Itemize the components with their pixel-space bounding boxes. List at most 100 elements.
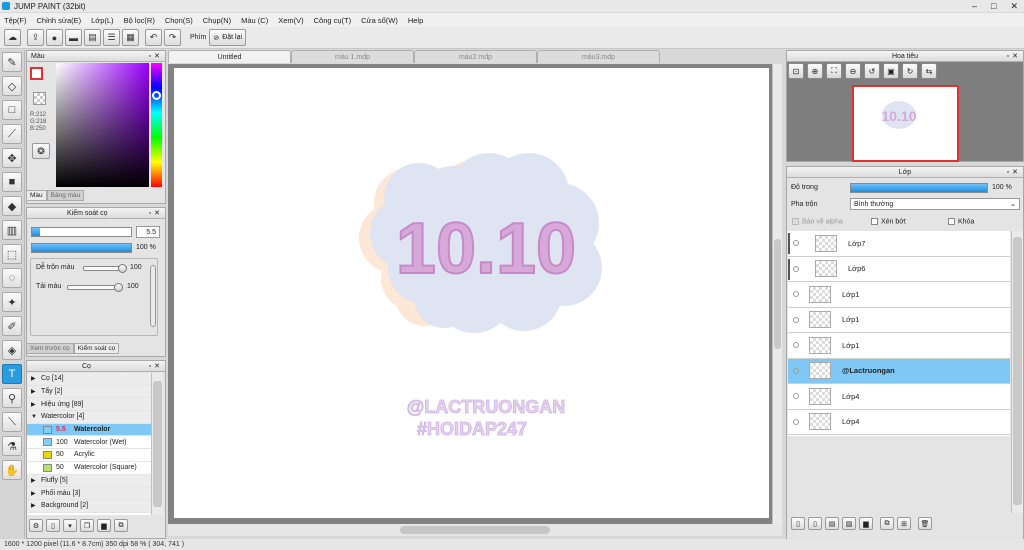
text-tool-icon[interactable]: T	[2, 364, 22, 384]
menu-help[interactable]: Help	[408, 16, 423, 25]
hue-slider[interactable]	[151, 63, 162, 187]
menu-color[interactable]: Màu (C)	[241, 16, 268, 25]
drawing-canvas[interactable]: 10.10 @LACTRUONGAN #HOIDAP247	[174, 68, 769, 518]
operation-tool-icon[interactable]: ⚲	[2, 388, 22, 408]
tab-color[interactable]: Màu	[26, 190, 47, 201]
reset-view-icon[interactable]: ▣	[883, 63, 899, 79]
brush-settings-scrollbar[interactable]	[150, 265, 156, 327]
panel-controls-icon[interactable]: ▫✕	[149, 52, 163, 60]
menu-capture[interactable]: Chụp(N)	[203, 16, 231, 25]
lock-checkbox[interactable]	[948, 218, 955, 225]
select-eraser-tool-icon[interactable]: ◈	[2, 340, 22, 360]
comment-icon[interactable]: ●	[46, 29, 63, 46]
brush-category[interactable]: ▶ Cọ [14]	[27, 373, 151, 386]
fill-rect-tool-icon[interactable]: ■	[2, 172, 22, 192]
eraser-tool-icon[interactable]: ◇	[2, 76, 22, 96]
undo-icon[interactable]: ↶	[145, 29, 162, 46]
navigator-preview[interactable]: 10.10	[852, 85, 959, 162]
brush-list-scroll-thumb[interactable]	[153, 381, 162, 507]
brush-item[interactable]: 50 Watercolor (Square)	[27, 462, 151, 475]
expand-arrow-icon[interactable]: ▶	[31, 388, 41, 395]
canvas-vertical-scrollbar[interactable]	[772, 64, 782, 524]
expand-arrow-icon[interactable]: ▼	[31, 414, 41, 420]
brush-category[interactable]: ▶ Tẩy [2]	[27, 385, 151, 399]
layer-row[interactable]: Lớp4	[788, 410, 1010, 435]
palette-icon[interactable]: ❂	[32, 143, 50, 159]
new-folder-icon[interactable]: ▆	[859, 517, 873, 530]
layer-list-scrollbar[interactable]	[1011, 231, 1023, 513]
new-layer-alt-icon[interactable]: ▯	[808, 517, 822, 530]
alpha-protect-option[interactable]: Bảo vệ alpha	[792, 218, 843, 225]
layer-row[interactable]: Lớp1	[788, 333, 1010, 359]
new-screentone-icon[interactable]: ▨	[842, 517, 856, 530]
mix-slider-knob[interactable]	[118, 264, 127, 273]
visibility-icon[interactable]	[793, 316, 799, 323]
saturation-value-picker[interactable]	[56, 63, 149, 187]
divider-tool-icon[interactable]: ⟍	[2, 412, 22, 432]
lasso-tool-icon[interactable]: ◌	[2, 268, 22, 288]
panel-controls-icon[interactable]: ▫✕	[1007, 52, 1021, 60]
merge-layer-icon[interactable]: ⊞	[897, 517, 911, 530]
tab-untitled[interactable]: Untitled	[168, 50, 291, 63]
gradient-tool-icon[interactable]: ▥	[2, 220, 22, 240]
zoom-fit-icon[interactable]: ⊡	[788, 63, 804, 79]
share-icon[interactable]: ⇪	[27, 29, 44, 46]
visibility-icon[interactable]	[793, 265, 799, 272]
redo-icon[interactable]: ↷	[164, 29, 181, 46]
brush-menu-icon[interactable]: ▾	[63, 519, 77, 532]
maximize-button[interactable]: □	[991, 0, 996, 12]
alpha-protect-checkbox[interactable]	[792, 218, 799, 225]
foreground-color-swatch[interactable]	[30, 67, 43, 80]
cloud-icon[interactable]: ☁	[4, 29, 21, 46]
layer-row[interactable]: Lớp1	[788, 308, 1010, 333]
folder-icon[interactable]: ▆	[97, 519, 111, 532]
rotate-left-icon[interactable]: ↺	[864, 63, 880, 79]
menu-view[interactable]: Xem(V)	[278, 16, 303, 25]
canvas-horizontal-scrollbar[interactable]	[168, 524, 782, 536]
visibility-icon[interactable]	[793, 418, 799, 425]
eyedropper-tool-icon[interactable]: ⚗	[2, 436, 22, 456]
brush-category[interactable]: ▶ Fluffy [5]	[27, 474, 151, 488]
brush-item[interactable]: 50 Acrylic	[27, 449, 151, 462]
visibility-icon[interactable]	[793, 367, 799, 374]
zoom-in-icon[interactable]: ⊕	[807, 63, 823, 79]
visibility-icon[interactable]	[793, 291, 799, 298]
layer-row[interactable]: Lớp4	[788, 384, 1010, 410]
zoom-out-icon[interactable]: ⊖	[845, 63, 861, 79]
refill-slider-knob[interactable]	[114, 283, 123, 292]
rotate-right-icon[interactable]: ↻	[902, 63, 918, 79]
layer-row[interactable]: Lớp7	[788, 231, 1010, 257]
visibility-icon[interactable]	[793, 393, 799, 400]
background-color-swatch[interactable]	[33, 92, 46, 105]
brush-list-scrollbar[interactable]	[151, 373, 163, 515]
brush-opacity-slider[interactable]	[31, 243, 132, 253]
visibility-icon[interactable]	[793, 342, 799, 349]
expand-arrow-icon[interactable]: ▶	[31, 477, 41, 484]
delete-layer-icon[interactable]: 🗑	[918, 517, 932, 530]
expand-arrow-icon[interactable]: ▶	[31, 375, 41, 382]
list-icon[interactable]: ☰	[103, 29, 120, 46]
line-tool-icon[interactable]: ⟋	[2, 124, 22, 144]
brush-size-slider[interactable]	[31, 227, 132, 237]
tab-mau1[interactable]: màu 1.mdp	[291, 50, 414, 63]
minimize-button[interactable]: –	[972, 0, 977, 12]
bucket-tool-icon[interactable]: ◆	[2, 196, 22, 216]
rect-select-tool-icon[interactable]: ⬚	[2, 244, 22, 264]
visibility-icon[interactable]	[793, 240, 799, 247]
new-brush-icon[interactable]: ▯	[46, 519, 60, 532]
tab-palette[interactable]: Bảng màu	[46, 190, 85, 201]
brush-size-input[interactable]: 5.5	[136, 226, 160, 238]
layer-row[interactable]: Lớp6	[788, 257, 1010, 282]
brush-item[interactable]: 5.5 Watercolor	[27, 423, 151, 437]
menu-filter[interactable]: Bộ lọc(R)	[124, 16, 155, 25]
tab-brush-control[interactable]: Kiểm soát cọ	[73, 343, 120, 354]
tab-brush-preview[interactable]: Xem trước cọ	[26, 343, 74, 354]
brush-category[interactable]: ▼ Watercolor [4]	[27, 411, 151, 424]
layer-scroll-thumb[interactable]	[1013, 237, 1022, 505]
menu-file[interactable]: Tệp(F)	[4, 16, 27, 25]
brush-tool-icon[interactable]: ✎	[2, 52, 22, 72]
blend-mode-select[interactable]: Bình thường ⌄	[850, 198, 1020, 210]
layer-row[interactable]: @Lactruongan	[788, 358, 1010, 384]
lock-option[interactable]: Khóa	[948, 218, 974, 225]
menu-select[interactable]: Chọn(S)	[165, 16, 193, 25]
